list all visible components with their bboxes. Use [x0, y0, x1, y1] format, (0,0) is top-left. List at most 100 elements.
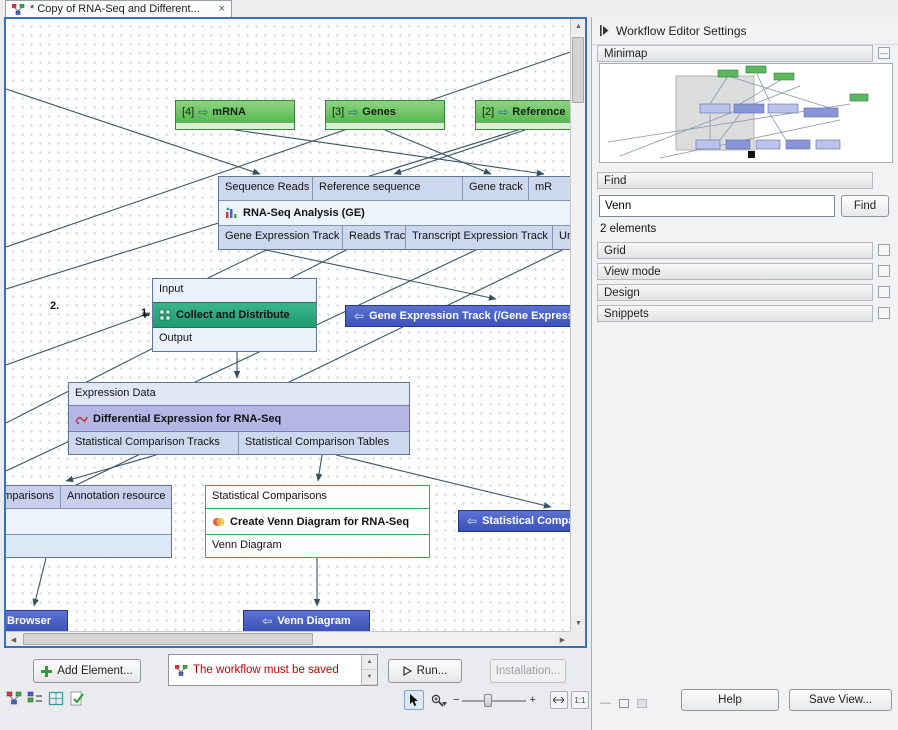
iobox-label: Statistical Compa	[482, 515, 574, 527]
differential-expression-icon	[75, 413, 88, 425]
zoom-toolbar: − + 1:1	[404, 688, 589, 712]
port-statistical-comparisons[interactable]: Statistical Comparisons	[206, 486, 429, 508]
find-input[interactable]	[599, 195, 835, 217]
save-view-button[interactable]: Save View...	[789, 689, 892, 711]
horizontal-scrollbar[interactable]: ◀ ▶	[6, 631, 570, 646]
tab-close-icon[interactable]: ×	[219, 4, 225, 15]
io-arrow-icon: ⇦	[467, 515, 477, 527]
dock-panel-icon[interactable]	[637, 699, 647, 708]
node-left-partial[interactable]: mparisons Annotation resource	[4, 485, 172, 558]
workflow-view-icon[interactable]	[6, 691, 22, 706]
expand-icon[interactable]	[878, 244, 890, 256]
fit-width-icon	[553, 696, 564, 704]
output-arrow-icon: ⇨	[348, 106, 358, 118]
section-header-find[interactable]: Find	[597, 172, 873, 189]
section-header-snippets[interactable]: Snippets	[597, 305, 873, 322]
tab-workflow-editor[interactable]: * Copy of RNA-Seq and Different... ×	[5, 0, 232, 17]
find-button[interactable]: Find	[841, 195, 889, 217]
scroll-right-icon[interactable]: ▶	[555, 632, 570, 647]
vertical-scroll-thumb[interactable]	[572, 37, 584, 103]
port-gene-expression-track[interactable]: Gene Expression Track	[219, 226, 343, 249]
port-comparisons[interactable]: mparisons	[4, 486, 61, 508]
node-differential-expression[interactable]: Expression Data Differential Expression …	[68, 382, 410, 455]
port-annotation-resource[interactable]: Annotation resource	[61, 486, 171, 508]
status-scroller: ▲ ▼	[361, 655, 377, 685]
iobox-browser[interactable]: Browser	[4, 610, 68, 632]
fit-width-button[interactable]	[550, 691, 568, 709]
section-label: Design	[604, 287, 640, 299]
add-element-button[interactable]: Add Element...	[33, 659, 141, 683]
port-transcript-expression-track[interactable]: Transcript Expression Track	[406, 226, 553, 249]
vertical-scrollbar[interactable]: ▲ ▼	[570, 19, 585, 631]
iobox-gene-expression-track[interactable]: ⇦ Gene Expression Track (/Gene Expressio…	[345, 305, 585, 327]
iobox-venn-diagram[interactable]: ⇦ Venn Diagram	[243, 610, 370, 632]
section-header-grid[interactable]: Grid	[597, 242, 873, 259]
expand-icon[interactable]	[878, 265, 890, 277]
panel-toggle-icon[interactable]	[600, 25, 609, 36]
collapse-icon[interactable]: —	[878, 47, 890, 59]
actual-size-button[interactable]: 1:1	[571, 691, 589, 709]
status-message: The workflow must be saved	[193, 664, 356, 676]
port-statistical-comparison-tables[interactable]: Statistical Comparison Tables	[239, 432, 409, 454]
zoom-out-label[interactable]: −	[453, 694, 459, 706]
port-gene-track[interactable]: Gene track	[463, 177, 529, 200]
workflow-output-mrna[interactable]: [4] ⇨ mRNA	[175, 100, 295, 130]
installation-label: Installation...	[496, 665, 561, 677]
find-results: 2 elements	[600, 223, 656, 235]
zoom-tool-button[interactable]	[427, 690, 450, 710]
minimap[interactable]	[599, 63, 893, 163]
horizontal-scroll-thumb[interactable]	[23, 633, 313, 645]
actual-size-label: 1:1	[574, 696, 585, 705]
scroll-up-icon[interactable]: ▲	[571, 19, 586, 34]
expand-icon[interactable]	[878, 307, 890, 319]
port-reads-track[interactable]: Reads Track	[343, 226, 406, 249]
port-reference-sequence[interactable]: Reference sequence	[313, 177, 463, 200]
port-expression-data[interactable]: Expression Data	[69, 383, 409, 405]
section-header-design[interactable]: Design	[597, 284, 873, 301]
scroll-left-icon[interactable]: ◀	[6, 632, 21, 647]
collect-distribute-icon	[159, 309, 171, 321]
expand-icon[interactable]	[878, 286, 890, 298]
section-header-minimap[interactable]: Minimap	[597, 45, 873, 62]
port-statistical-comparison-tracks[interactable]: Statistical Comparison Tracks	[69, 432, 239, 454]
section-header-view-mode[interactable]: View mode	[597, 263, 873, 280]
output-strip	[176, 122, 294, 129]
workflow-list-view-icon[interactable]	[27, 691, 43, 706]
node-title: Collect and Distribute	[176, 309, 290, 321]
add-element-label: Add Element...	[57, 665, 132, 677]
node-collect-distribute[interactable]: Input Collect and Distribute Output	[152, 278, 317, 352]
zoom-slider-handle[interactable]	[484, 694, 492, 707]
status-scroll-down-icon[interactable]: ▼	[362, 670, 377, 685]
minimize-panel-icon[interactable]: —	[600, 697, 611, 709]
output-order: [3]	[332, 106, 344, 118]
output-arrow-icon: ⇨	[198, 106, 208, 118]
run-button[interactable]: Run...	[388, 659, 462, 683]
port-sequence-reads[interactable]: Sequence Reads	[219, 177, 313, 200]
port-venn-diagram[interactable]: Venn Diagram	[206, 535, 429, 557]
scroll-down-icon[interactable]: ▼	[571, 616, 586, 631]
port-output[interactable]: Output	[153, 328, 316, 351]
status-scroll-up-icon[interactable]: ▲	[362, 655, 377, 670]
dropdown-caret-icon	[442, 702, 447, 706]
view-switch-toolbar	[6, 691, 85, 706]
port-input[interactable]: Input	[153, 279, 316, 302]
workflow-canvas[interactable]: 2. 1. [4] ⇨ mRNA [3] ⇨ Genes [2] ⇨ Refer…	[4, 17, 587, 648]
run-label: Run...	[417, 665, 448, 677]
help-button[interactable]: Help	[681, 689, 779, 711]
zoom-in-label[interactable]: +	[529, 694, 535, 706]
node-rnaseq-analysis[interactable]: Sequence Reads Reference sequence Gene t…	[218, 176, 587, 250]
edge-order-label: 1.	[141, 307, 150, 319]
panel-view-controls: —	[600, 697, 647, 709]
node-create-venn-diagram[interactable]: Statistical Comparisons Create Venn Diag…	[205, 485, 430, 558]
workflow-status-box[interactable]: The workflow must be saved ▲ ▼	[168, 654, 378, 686]
iobox-statistical-comparisons[interactable]: ⇦ Statistical Compa	[458, 510, 587, 532]
validate-view-icon[interactable]	[69, 691, 85, 706]
port-clipped[interactable]	[4, 535, 171, 557]
float-panel-icon[interactable]	[619, 699, 629, 708]
grid-view-icon[interactable]	[48, 691, 64, 706]
workflow-icon	[12, 4, 25, 15]
workflow-output-genes[interactable]: [3] ⇨ Genes	[325, 100, 445, 130]
pointer-tool-button[interactable]	[404, 690, 424, 710]
zoom-slider[interactable]	[462, 693, 526, 707]
output-arrow-icon: ⇨	[498, 106, 508, 118]
